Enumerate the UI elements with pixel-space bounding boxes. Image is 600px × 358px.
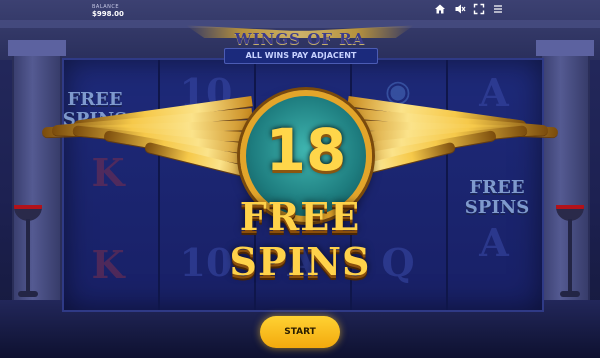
free-spins-title: FREE SPINS <box>229 194 371 284</box>
balance-display: BALANCE $998.00 <box>92 4 124 18</box>
right-brazier <box>556 205 584 300</box>
right-wing <box>346 82 568 202</box>
reel-symbol-a: A <box>479 220 509 265</box>
game-logo: WINGS OF RA ALL WINS PAY ADJACENT <box>186 14 414 64</box>
left-brazier <box>14 205 42 300</box>
sound-off-icon[interactable] <box>454 3 466 15</box>
balance-value: $998.00 <box>92 10 124 18</box>
game-scene: 10 ◉ A K A K 10 A Q FREE SPINS FREE SPIN… <box>0 0 600 358</box>
game-title: WINGS OF RA <box>234 30 366 48</box>
free-spins-count: 18 <box>265 116 347 184</box>
start-button[interactable]: START <box>260 316 340 348</box>
home-icon[interactable] <box>434 3 446 15</box>
game-subtitle: ALL WINS PAY ADJACENT <box>224 48 378 64</box>
menu-icon[interactable] <box>492 3 504 15</box>
left-wing <box>32 82 254 202</box>
reel-symbol-k: K <box>91 242 125 287</box>
fullscreen-icon[interactable] <box>473 3 485 15</box>
